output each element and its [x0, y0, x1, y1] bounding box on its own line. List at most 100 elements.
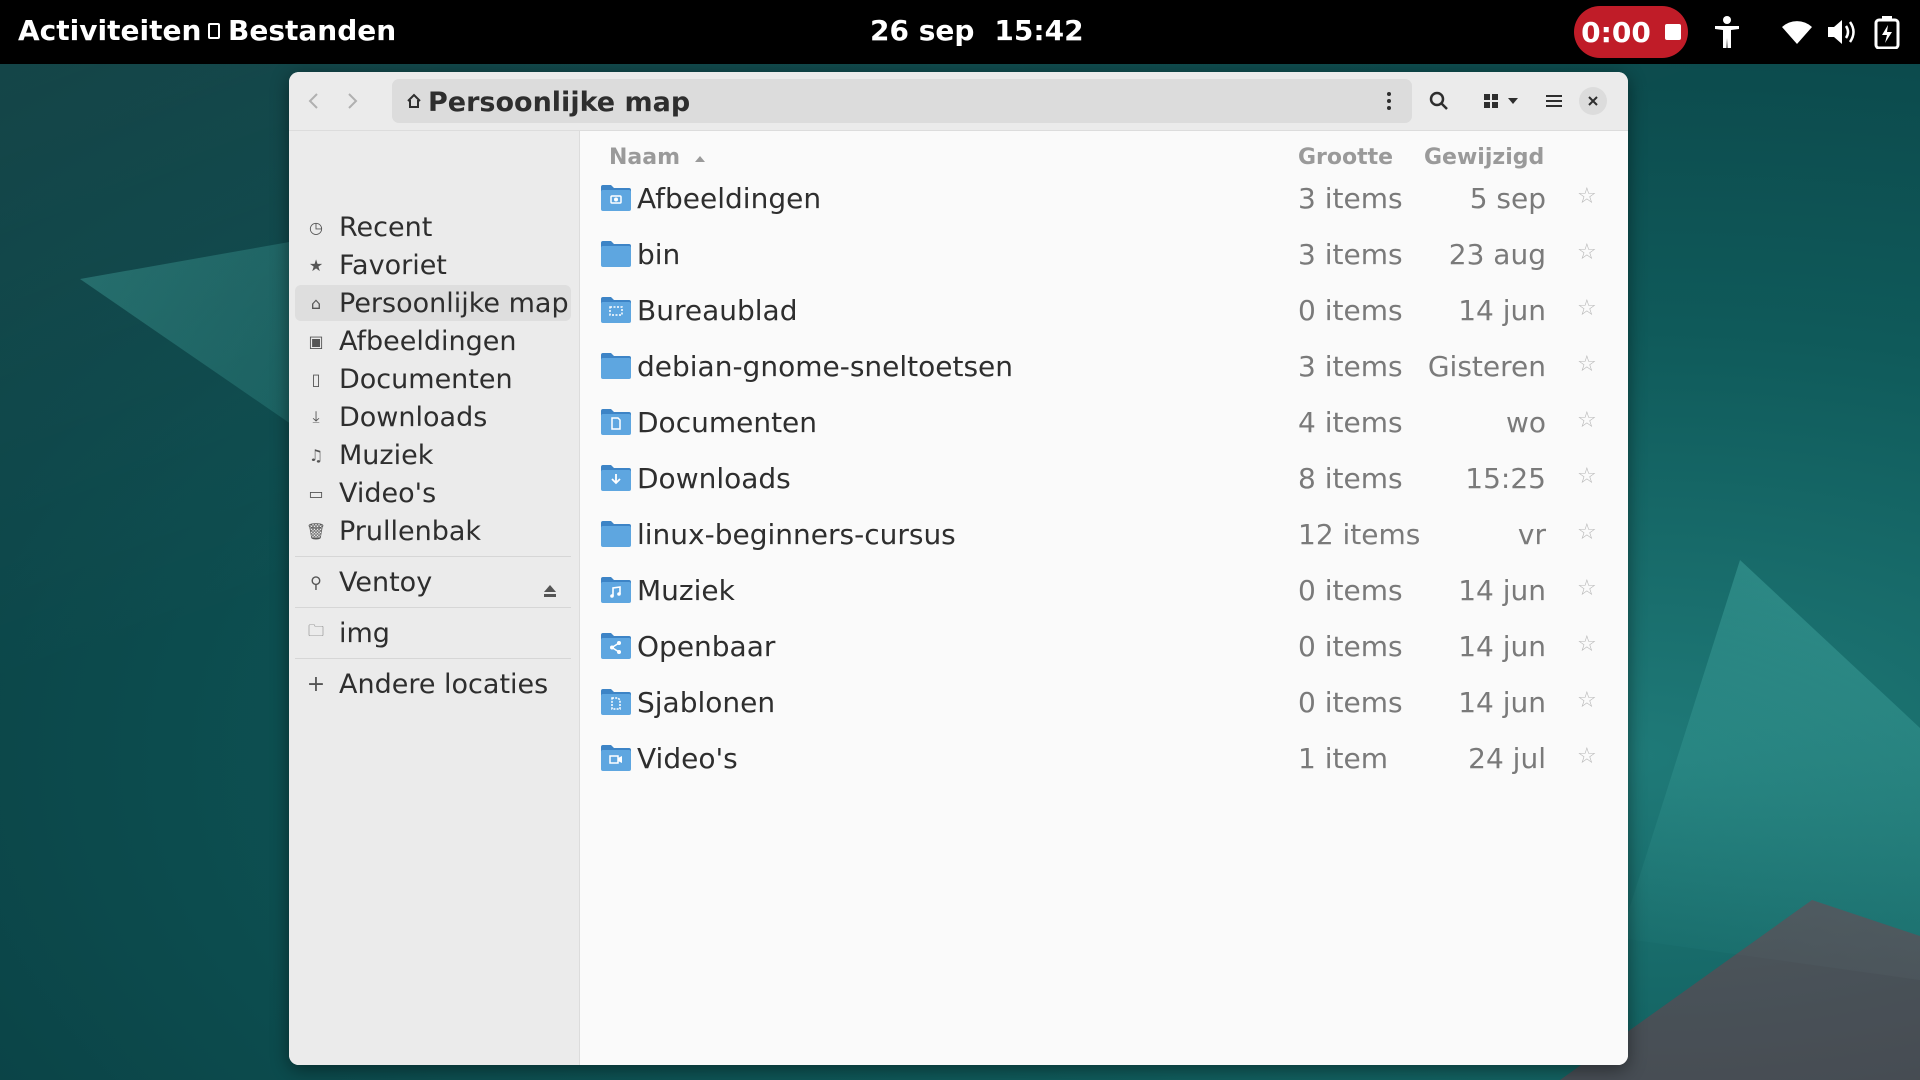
view-options-button[interactable] — [1502, 84, 1524, 118]
list-item[interactable]: Sjablonen 0 items 14 jun ☆ — [580, 676, 1628, 730]
recording-time: 0:00 — [1581, 15, 1651, 49]
list-item[interactable]: Muziek 0 items 14 jun ☆ — [580, 564, 1628, 618]
forward-button[interactable] — [335, 84, 369, 118]
star-toggle-icon[interactable]: ☆ — [1577, 184, 1597, 209]
file-name: Documenten — [637, 406, 818, 439]
files-app-icon — [208, 22, 220, 39]
sidebar-item-muziek[interactable]: ♫ Muziek — [295, 437, 571, 473]
list-item[interactable]: Afbeeldingen 3 items 5 sep ☆ — [580, 172, 1628, 226]
document-folder-icon — [600, 408, 632, 440]
sidebar-item-label: Andere locaties — [339, 668, 549, 700]
file-modified: 23 aug — [1448, 238, 1546, 271]
clock-button[interactable]: 26 sep 15:42 — [870, 14, 1084, 47]
sidebar-item-favoriet[interactable]: ★ Favoriet — [295, 247, 571, 283]
file-modified: vr — [1517, 518, 1546, 551]
column-header-modified[interactable]: Gewijzigd — [1424, 145, 1544, 170]
file-size: 3 items — [1298, 182, 1403, 215]
star-toggle-icon[interactable]: ☆ — [1577, 744, 1597, 769]
list-item[interactable]: linux-beginners-cursus 12 items vr ☆ — [580, 508, 1628, 562]
star-toggle-icon[interactable]: ☆ — [1577, 464, 1597, 489]
sidebar-item-label: Recent — [339, 211, 433, 243]
sidebar-item-label: Afbeeldingen — [339, 325, 517, 357]
plus-icon: + — [306, 671, 326, 697]
music-icon: ♫ — [308, 445, 324, 465]
template-folder-icon — [600, 688, 632, 720]
wifi-icon[interactable] — [1780, 14, 1814, 50]
star-toggle-icon[interactable]: ☆ — [1577, 408, 1597, 433]
sidebar-item-label: Documenten — [339, 363, 513, 395]
files-window: Persoonlijke map ◷ Recent ★ Favoriet ⌂ P… — [289, 72, 1628, 1065]
star-toggle-icon[interactable]: ☆ — [1577, 296, 1597, 321]
desktop-folder-icon — [600, 296, 632, 328]
video-icon: ▭ — [308, 483, 324, 503]
sidebar-item-label: Prullenbak — [339, 515, 482, 547]
sidebar-item-label: img — [339, 617, 390, 649]
accessibility-icon[interactable] — [1712, 14, 1742, 50]
sidebar-item-img[interactable]: 🗀 img — [295, 615, 571, 651]
wallpaper-shape — [1620, 560, 1920, 980]
file-name: Downloads — [637, 462, 791, 495]
sidebar-item-prullenbak[interactable]: 🗑 Prullenbak — [295, 513, 571, 549]
column-header-size[interactable]: Grootte — [1298, 145, 1393, 170]
star-toggle-icon[interactable]: ☆ — [1577, 352, 1597, 377]
sidebar-item-ventoy[interactable]: ⚲ Ventoy — [295, 564, 571, 600]
list-item[interactable]: Bureaublad 0 items 14 jun ☆ — [580, 284, 1628, 338]
screen-recording-indicator[interactable]: 0:00 — [1574, 6, 1688, 58]
activities-button[interactable]: Activiteiten — [18, 14, 201, 47]
view-options-icon — [1508, 98, 1518, 104]
file-name: bin — [637, 238, 681, 271]
column-header-name[interactable]: Naam — [609, 145, 706, 170]
list-item[interactable]: Documenten 4 items wo ☆ — [580, 396, 1628, 450]
sidebar-item-label: Muziek — [339, 439, 434, 471]
header-bar: Persoonlijke map — [289, 72, 1628, 131]
close-button[interactable] — [1579, 87, 1607, 115]
list-item[interactable]: Video's 1 item 24 jul ☆ — [580, 732, 1628, 786]
main-menu-button[interactable] — [1537, 84, 1571, 118]
kebab-menu-icon[interactable] — [1374, 85, 1404, 117]
volume-icon[interactable] — [1826, 14, 1860, 50]
app-name: Bestanden — [228, 14, 397, 47]
search-button[interactable] — [1422, 84, 1456, 118]
list-item[interactable]: Downloads 8 items 15:25 ☆ — [580, 452, 1628, 506]
file-size: 1 item — [1298, 742, 1388, 775]
app-menu-button[interactable]: Bestanden — [208, 14, 396, 47]
sidebar-item-documenten[interactable]: ▯ Documenten — [295, 361, 571, 397]
file-size: 0 items — [1298, 630, 1403, 663]
sidebar-divider — [295, 607, 571, 608]
home-icon — [406, 93, 422, 113]
file-name: debian-gnome-sneltoetsen — [637, 350, 1014, 383]
back-button[interactable] — [297, 84, 331, 118]
path-title: Persoonlijke map — [428, 87, 691, 118]
star-toggle-icon[interactable]: ☆ — [1577, 240, 1597, 265]
sidebar-item-afbeeldingen[interactable]: ▣ Afbeeldingen — [295, 323, 571, 359]
file-list: Naam Grootte Gewijzigd Afbeeldingen 3 ite… — [580, 131, 1628, 1065]
list-item[interactable]: debian-gnome-sneltoetsen 3 items Gisteren ☆ — [580, 340, 1628, 394]
folder-icon: 🗀 — [307, 620, 324, 640]
list-item[interactable]: bin 3 items 23 aug ☆ — [580, 228, 1628, 282]
file-modified: 14 jun — [1458, 294, 1546, 327]
star-toggle-icon[interactable]: ☆ — [1577, 632, 1597, 657]
file-name: Bureaublad — [637, 294, 798, 327]
file-modified: 15:25 — [1465, 462, 1546, 495]
clock-date: 26 sep — [870, 14, 975, 47]
eject-icon[interactable] — [543, 574, 557, 605]
sidebar-item-persoonlijke-map[interactable]: ⌂ Persoonlijke map — [295, 285, 571, 321]
sidebar-item-label: Downloads — [339, 401, 488, 433]
sidebar-item-recent[interactable]: ◷ Recent — [295, 209, 571, 245]
camera-folder-icon — [600, 184, 632, 216]
battery-icon[interactable] — [1874, 14, 1900, 50]
stop-icon — [1664, 24, 1681, 40]
sidebar-item-other-locations[interactable]: + Andere locaties — [295, 666, 571, 702]
star-toggle-icon[interactable]: ☆ — [1577, 688, 1597, 713]
path-bar[interactable]: Persoonlijke map — [392, 79, 1412, 123]
sidebar-item-label: Video's — [339, 477, 437, 509]
list-item[interactable]: Openbaar 0 items 14 jun ☆ — [580, 620, 1628, 674]
column-header-label: Naam — [609, 145, 681, 170]
sidebar-item-videos[interactable]: ▭ Video's — [295, 475, 571, 511]
star-toggle-icon[interactable]: ☆ — [1577, 576, 1597, 601]
file-modified: 14 jun — [1458, 686, 1546, 719]
file-modified: 14 jun — [1458, 574, 1546, 607]
sidebar-item-downloads[interactable]: ⤓ Downloads — [295, 399, 571, 435]
sidebar-item-label: Persoonlijke map — [339, 287, 569, 319]
star-toggle-icon[interactable]: ☆ — [1577, 520, 1597, 545]
